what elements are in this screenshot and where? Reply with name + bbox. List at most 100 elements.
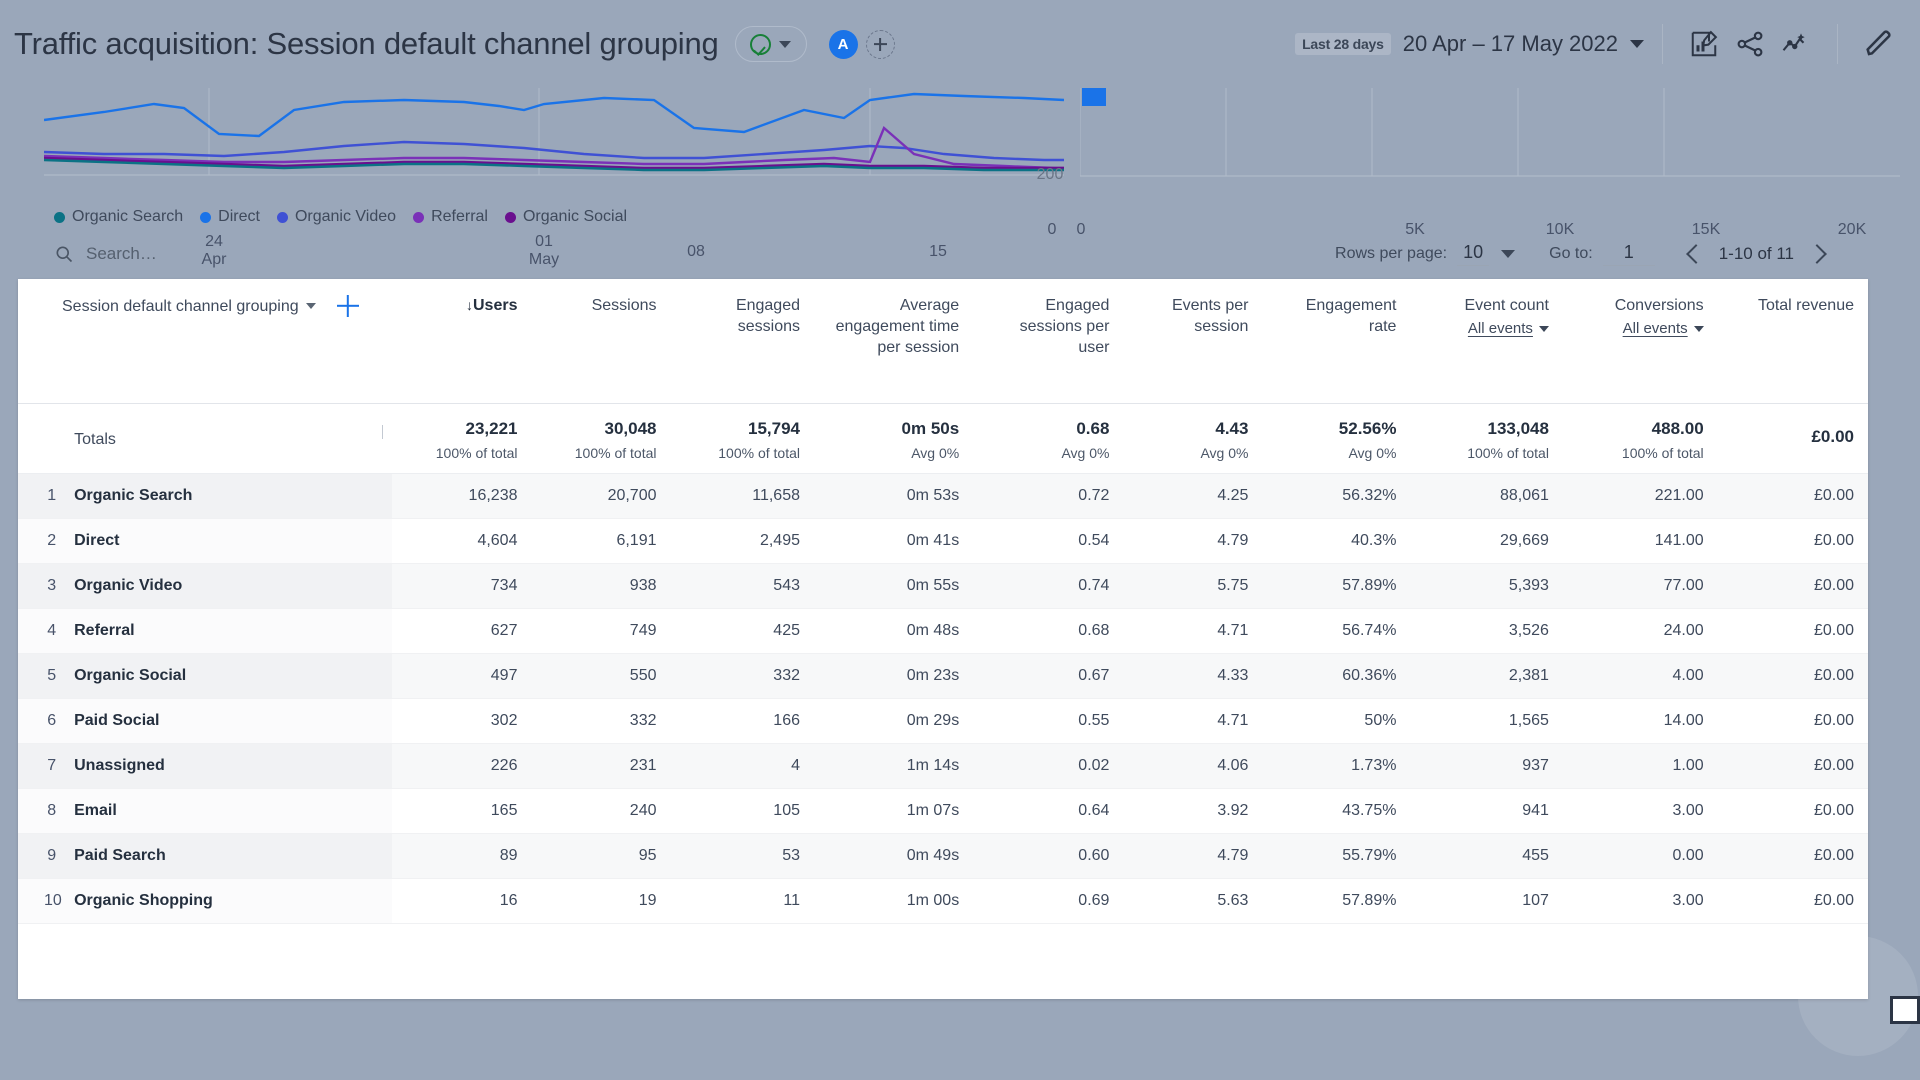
row-cell: 0m 29s xyxy=(814,698,974,744)
row-dimension[interactable]: Email xyxy=(56,788,393,834)
dimension-header-cell[interactable]: Session default channel grouping xyxy=(18,279,393,404)
legend-label: Organic Video xyxy=(294,208,397,225)
table-row[interactable]: 9 Paid Search 89 95 53 0m 49s 0.60 4.79 … xyxy=(18,833,1868,879)
insights-icon[interactable] xyxy=(1773,21,1819,67)
row-cell: 60.36% xyxy=(1262,653,1411,699)
share-icon[interactable] xyxy=(1727,21,1773,67)
table-row[interactable]: 8 Email 165 240 105 1m 07s 0.64 3.92 43.… xyxy=(18,788,1868,834)
check-circle-icon xyxy=(750,33,772,55)
row-cell: 4,604 xyxy=(392,518,532,564)
date-range-label[interactable]: 20 Apr – 17 May 2022 xyxy=(1403,31,1618,57)
legend-color-dot xyxy=(54,211,65,223)
comparison-selector[interactable] xyxy=(734,26,807,62)
row-cell: 88,061 xyxy=(1410,473,1563,519)
legend-item[interactable]: Organic Search xyxy=(54,208,183,226)
row-dimension[interactable]: Organic Search xyxy=(56,473,393,519)
row-cell: 1m 07s xyxy=(814,788,974,834)
totals-cell: 0.68 Avg 0% xyxy=(973,403,1124,474)
rows-per-page-value[interactable]: 10 xyxy=(1457,242,1490,266)
row-cell: £0.00 xyxy=(1717,473,1868,519)
row-cell: 4.71 xyxy=(1123,698,1263,744)
row-cell: 0.64 xyxy=(973,788,1124,834)
conversions-event-label: All events xyxy=(1622,320,1688,337)
dimension-header-label: Session default channel grouping xyxy=(62,297,299,315)
column-header-label: Users xyxy=(473,297,518,314)
row-cell: 20,700 xyxy=(531,473,671,519)
header-actions: Last 28 days 20 Apr – 17 May 2022 xyxy=(1295,0,1920,88)
row-cell: 77.00 xyxy=(1562,563,1718,609)
row-dimension[interactable]: Unassigned xyxy=(56,743,393,789)
legend-item[interactable]: Referral xyxy=(413,208,488,226)
row-cell: 627 xyxy=(392,608,532,654)
conversions-event-selector[interactable]: All events xyxy=(1623,318,1704,339)
line-chart[interactable] xyxy=(44,88,1064,220)
row-dimension[interactable]: Organic Shopping xyxy=(56,878,393,924)
row-cell: 1m 14s xyxy=(814,743,974,789)
row-cell: 497 xyxy=(392,653,532,699)
row-dimension[interactable]: Organic Social xyxy=(56,653,393,699)
table-row[interactable]: 10 Organic Shopping 16 19 11 1m 00s 0.69… xyxy=(18,878,1868,924)
column-header-sessions[interactable]: Sessions xyxy=(531,279,671,404)
column-header-engaged-sessions[interactable]: Engaged sessions xyxy=(670,279,814,404)
column-header-total-revenue[interactable]: Total revenue xyxy=(1717,279,1868,404)
legend-item[interactable]: Direct xyxy=(200,208,260,226)
chevron-down-icon[interactable] xyxy=(305,303,316,309)
column-header-avg-engagement-time[interactable]: Average engagement time per session xyxy=(814,279,974,404)
totals-cell: 0m 50s Avg 0% xyxy=(814,403,974,474)
table-row[interactable]: 6 Paid Social 302 332 166 0m 29s 0.55 4.… xyxy=(18,698,1868,744)
row-cell: 141.00 xyxy=(1562,518,1718,564)
column-header-event-count[interactable]: Event count All events xyxy=(1410,279,1563,404)
event-count-event-selector[interactable]: All events xyxy=(1468,318,1549,339)
row-dimension[interactable]: Paid Social xyxy=(56,698,393,744)
row-cell: 24.00 xyxy=(1562,608,1718,654)
totals-cell: 488.00 100% of total xyxy=(1562,403,1718,474)
column-header-engagement-rate[interactable]: Engagement rate xyxy=(1262,279,1411,404)
goto-input[interactable]: 1 xyxy=(1602,242,1655,266)
divider xyxy=(1662,24,1663,64)
column-header-users[interactable]: ↓Users xyxy=(392,279,532,404)
row-dimension[interactable]: Referral xyxy=(56,608,393,654)
chevron-left-icon[interactable] xyxy=(1685,244,1706,264)
pencil-edit-icon[interactable] xyxy=(1856,21,1902,67)
chevron-down-icon[interactable] xyxy=(1501,250,1516,258)
add-comparison-button[interactable] xyxy=(865,29,895,59)
bar-y-top-tick: 200 xyxy=(1036,166,1064,180)
row-cell: 5.75 xyxy=(1123,563,1263,609)
table-row[interactable]: 2 Direct 4,604 6,191 2,495 0m 41s 0.54 4… xyxy=(18,518,1868,564)
chart-edit-icon[interactable] xyxy=(1681,21,1727,67)
add-dimension-button[interactable] xyxy=(337,295,359,317)
table-row[interactable]: 4 Referral 627 749 425 0m 48s 0.68 4.71 … xyxy=(18,608,1868,654)
row-dimension[interactable]: Paid Search xyxy=(56,833,393,879)
legend-item[interactable]: Organic Social xyxy=(504,208,627,226)
row-dimension[interactable]: Organic Video xyxy=(56,563,393,609)
table-row[interactable]: 5 Organic Social 497 550 332 0m 23s 0.67… xyxy=(18,653,1868,699)
avatar[interactable]: A xyxy=(828,29,858,59)
table-row[interactable]: 3 Organic Video 734 938 543 0m 55s 0.74 … xyxy=(18,563,1868,609)
row-cell: 5,393 xyxy=(1410,563,1563,609)
report-header: Traffic acquisition: Session default cha… xyxy=(0,0,1920,88)
table-row[interactable]: 1 Organic Search 16,238 20,700 11,658 0m… xyxy=(18,473,1868,519)
event-count-event-label: All events xyxy=(1467,320,1533,337)
screenshot-corner-widget[interactable] xyxy=(1890,996,1920,1024)
row-cell: 0m 23s xyxy=(814,653,974,699)
chevron-down-icon[interactable] xyxy=(1630,40,1644,48)
traffic-acquisition-table: Session default channel grouping ↓Users … xyxy=(18,279,1868,924)
bar-chart[interactable] xyxy=(1080,88,1900,220)
row-cell: 11 xyxy=(670,878,814,924)
row-cell: 240 xyxy=(531,788,671,834)
row-cell: 455 xyxy=(1410,833,1563,879)
search-field[interactable]: Search… xyxy=(54,244,157,264)
column-header-engaged-sessions-per-user[interactable]: Engaged sessions per user xyxy=(973,279,1124,404)
row-cell: 231 xyxy=(531,743,671,789)
chevron-right-icon[interactable] xyxy=(1807,244,1827,264)
column-header-events-per-session[interactable]: Events per session xyxy=(1123,279,1263,404)
row-cell: 0.54 xyxy=(973,518,1124,564)
row-dimension[interactable]: Direct xyxy=(56,518,393,564)
legend-item[interactable]: Organic Video xyxy=(276,208,397,226)
column-header-conversions[interactable]: Conversions All events xyxy=(1562,279,1718,404)
row-index: 9 xyxy=(18,833,57,879)
row-index: 8 xyxy=(18,788,57,834)
table-row[interactable]: 7 Unassigned 226 231 4 1m 14s 0.02 4.06 … xyxy=(18,743,1868,789)
row-cell: 57.89% xyxy=(1262,563,1411,609)
row-cell: £0.00 xyxy=(1717,878,1868,924)
